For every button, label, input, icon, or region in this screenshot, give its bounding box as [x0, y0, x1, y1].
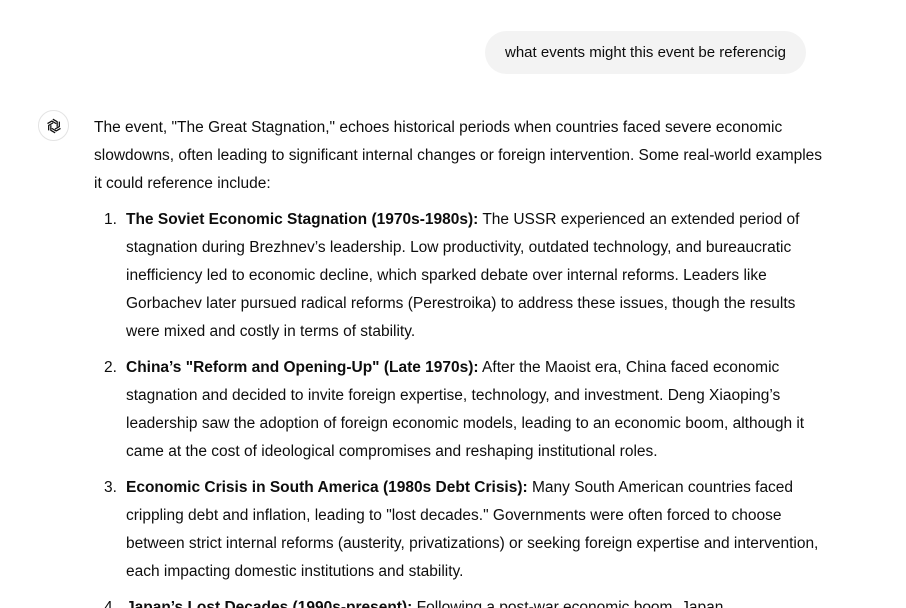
examples-list: 1. The Soviet Economic Stagnation (1970s… — [94, 206, 824, 608]
list-item-title: Economic Crisis in South America (1980s … — [126, 479, 528, 496]
list-item-number: 3. — [104, 479, 117, 496]
list-item-title: China’s "Reform and Opening-Up" (Late 19… — [126, 359, 479, 376]
user-message-text: what events might this event be referenc… — [505, 44, 786, 61]
list-item-title: Japan’s Lost Decades (1990s-present): — [126, 599, 413, 608]
assistant-intro: The event, "The Great Stagnation," echoe… — [94, 119, 823, 192]
assistant-message: The event, "The Great Stagnation," echoe… — [94, 114, 824, 608]
list-item-number: 1. — [104, 211, 117, 228]
list-item: 2. China’s "Reform and Opening-Up" (Late… — [94, 354, 824, 466]
list-item-title: The Soviet Economic Stagnation (1970s-19… — [126, 211, 479, 228]
list-item: 3. Economic Crisis in South America (198… — [94, 474, 824, 586]
list-item: 1. The Soviet Economic Stagnation (1970s… — [94, 206, 824, 346]
list-item-body: Following a post-war economic boom, Japa… — [412, 599, 724, 608]
list-item-number: 2. — [104, 359, 117, 376]
list-item-body: The USSR experienced an extended period … — [126, 211, 800, 340]
list-item: 4. Japan’s Lost Decades (1990s-present):… — [94, 594, 824, 608]
list-item-number: 4. — [104, 599, 117, 608]
user-message-bubble: what events might this event be referenc… — [485, 31, 806, 74]
assistant-avatar — [38, 110, 69, 141]
openai-logo-icon — [46, 118, 61, 133]
